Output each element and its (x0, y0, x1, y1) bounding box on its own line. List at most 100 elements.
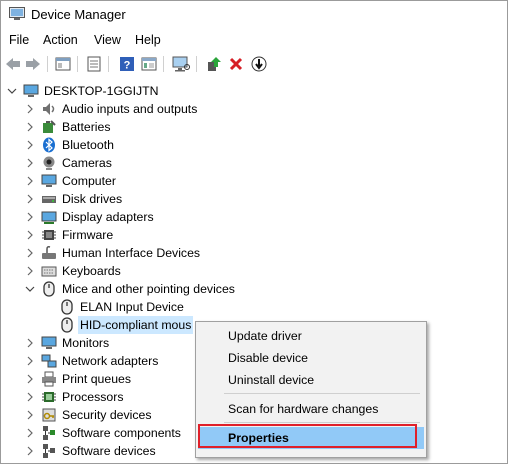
tree-item-elan-input-device[interactable]: ELAN Input Device (41, 298, 184, 316)
menu-item-scan-hardware[interactable]: Scan for hardware changes (198, 398, 424, 420)
device-manager-icon (9, 7, 25, 21)
chevron-down-icon[interactable] (23, 280, 37, 298)
chevron-right-icon[interactable] (23, 100, 37, 118)
tree-item-network-adapters[interactable]: Network adapters (23, 352, 158, 370)
properties-pane-icon[interactable] (54, 55, 72, 73)
toolbar-separator (77, 56, 78, 72)
monitor-scan-icon[interactable] (172, 55, 190, 73)
tree-item-hid-compliant-mouse[interactable]: HID-compliant mous (41, 316, 194, 334)
tree-item-label: Processors (62, 390, 124, 404)
tree-item-label: Software devices (62, 444, 156, 458)
chevron-right-icon[interactable] (23, 118, 37, 136)
tree-item-label: Firmware (62, 228, 114, 242)
menu-bar: File Action View Help (1, 31, 507, 51)
tree-item-print-queues[interactable]: Print queues (23, 370, 131, 388)
mouse-icon (59, 317, 75, 333)
tree-root[interactable]: DESKTOP-1GGIJTN (5, 82, 159, 100)
speaker-icon (41, 101, 57, 117)
tree-item-monitors[interactable]: Monitors (23, 334, 109, 352)
toolbar-separator (47, 56, 48, 72)
mouse-icon (59, 299, 75, 315)
show-hidden-icon[interactable] (85, 55, 103, 73)
software-component-icon (41, 425, 57, 441)
chevron-right-icon[interactable] (23, 226, 37, 244)
update-driver-icon[interactable] (205, 55, 223, 73)
tree-item-label: Bluetooth (62, 138, 114, 152)
help-icon[interactable]: ? (118, 55, 136, 73)
battery-icon (41, 119, 57, 135)
tree-item-label: Cameras (62, 156, 112, 170)
chevron-right-icon[interactable] (23, 334, 37, 352)
monitor-icon (41, 335, 57, 351)
toolbar-separator (196, 56, 197, 72)
tree-item-bluetooth[interactable]: Bluetooth (23, 136, 114, 154)
hid-icon (41, 245, 57, 261)
toolbar: ? (1, 53, 507, 77)
tree-item-label: Mice and other pointing devices (62, 282, 235, 296)
chevron-right-icon[interactable] (23, 406, 37, 424)
chevron-right-icon[interactable] (23, 154, 37, 172)
printer-icon (41, 371, 57, 387)
title-bar: Device Manager (1, 1, 507, 29)
keyboard-icon (41, 263, 57, 279)
tree-item-processors[interactable]: Processors (23, 388, 124, 406)
uninstall-icon[interactable] (227, 55, 245, 73)
menu-item-properties[interactable]: Properties (198, 427, 424, 449)
chevron-right-icon[interactable] (23, 388, 37, 406)
chevron-right-icon[interactable] (23, 370, 37, 388)
tree-item-batteries[interactable]: Batteries (23, 118, 111, 136)
tree-item-label: Network adapters (62, 354, 159, 368)
tree-item-software-devices[interactable]: Software devices (23, 442, 156, 460)
computer-icon (41, 173, 57, 189)
chevron-right-icon[interactable] (23, 352, 37, 370)
chevron-right-icon[interactable] (23, 190, 37, 208)
computer-name: DESKTOP-1GGIJTN (44, 84, 159, 98)
tree-item-mice[interactable]: Mice and other pointing devices (23, 280, 235, 298)
menu-action[interactable]: Action (41, 33, 80, 47)
forward-icon[interactable] (24, 55, 42, 73)
network-icon (41, 353, 57, 369)
chevron-right-icon[interactable] (23, 424, 37, 442)
chevron-right-icon[interactable] (23, 136, 37, 154)
menu-separator (224, 422, 420, 423)
menu-file[interactable]: File (7, 33, 31, 47)
tree-item-audio[interactable]: Audio inputs and outputs (23, 100, 197, 118)
display-adapter-icon (41, 209, 57, 225)
computer-icon (23, 83, 39, 99)
tree-item-keyboards[interactable]: Keyboards (23, 262, 121, 280)
menu-item-disable-device[interactable]: Disable device (198, 347, 424, 369)
tree-item-label: ELAN Input Device (80, 300, 184, 314)
menu-help[interactable]: Help (133, 33, 163, 47)
tree-item-disk-drives[interactable]: Disk drives (23, 190, 122, 208)
chevron-right-icon[interactable] (23, 244, 37, 262)
chevron-right-icon[interactable] (23, 172, 37, 190)
mouse-icon (41, 281, 57, 297)
tree-item-software-components[interactable]: Software components (23, 424, 181, 442)
tree-item-display-adapters[interactable]: Display adapters (23, 208, 154, 226)
disk-icon (41, 191, 57, 207)
tree-item-label: Display adapters (62, 210, 154, 224)
chevron-down-icon[interactable] (5, 82, 19, 100)
menu-item-uninstall-device[interactable]: Uninstall device (198, 369, 424, 391)
disable-icon[interactable] (250, 55, 268, 73)
tree-item-computer[interactable]: Computer (23, 172, 116, 190)
back-icon[interactable] (4, 55, 22, 73)
view-icon[interactable] (140, 55, 158, 73)
security-icon (41, 407, 57, 423)
tree-item-security-devices[interactable]: Security devices (23, 406, 152, 424)
menu-item-update-driver[interactable]: Update driver (198, 325, 424, 347)
tree-item-label: Computer (62, 174, 116, 188)
tree-item-label: Human Interface Devices (62, 246, 201, 260)
svg-text:?: ? (124, 60, 131, 72)
menu-separator (224, 393, 420, 394)
tree-item-label: Audio inputs and outputs (62, 102, 198, 116)
tree-item-hid[interactable]: Human Interface Devices (23, 244, 200, 262)
window-title: Device Manager (31, 7, 126, 22)
tree-item-cameras[interactable]: Cameras (23, 154, 112, 172)
chevron-right-icon[interactable] (23, 442, 37, 460)
chevron-right-icon[interactable] (23, 208, 37, 226)
tree-item-firmware[interactable]: Firmware (23, 226, 113, 244)
tree-item-label: Batteries (62, 120, 111, 134)
menu-view[interactable]: View (92, 33, 123, 47)
chevron-right-icon[interactable] (23, 262, 37, 280)
